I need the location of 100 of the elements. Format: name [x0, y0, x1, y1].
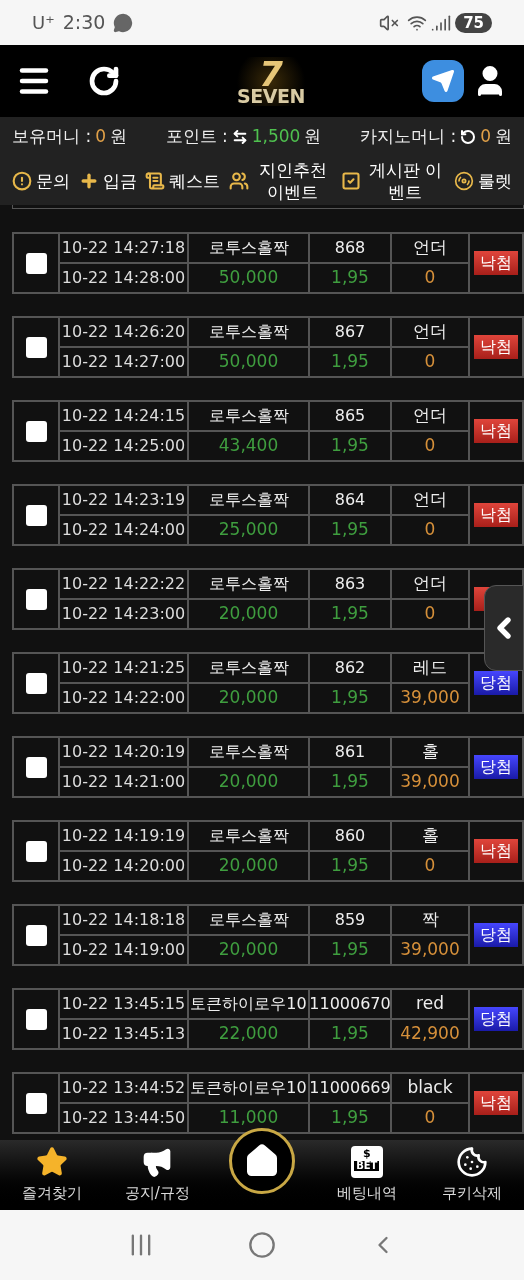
odds: 1,95: [309, 599, 391, 629]
payout: 42,900: [391, 1019, 469, 1049]
bet-time: 10-22 13:45:15: [59, 989, 188, 1019]
pick: 레드: [391, 653, 469, 683]
menu-link[interactable]: 지인추천 이벤트: [228, 159, 333, 203]
chat-icon: [113, 12, 134, 33]
settle-time: 10-22 14:27:00: [59, 347, 188, 377]
settle-time: 10-22 14:19:00: [59, 935, 188, 965]
bet-time: 10-22 14:18:18: [59, 905, 188, 935]
menu-link[interactable]: 입금: [78, 170, 137, 192]
menu-link[interactable]: 게시판 이벤트: [341, 159, 446, 203]
game-name: 로투스홀짝: [188, 317, 309, 347]
result-badge: 당첨: [474, 671, 518, 695]
row-checkbox[interactable]: [25, 420, 47, 442]
row-checkbox[interactable]: [25, 336, 47, 358]
nav-item[interactable]: $ BET 베팅내역: [314, 1140, 420, 1210]
payout: 39,000: [391, 935, 469, 965]
bet-amount: 22,000: [188, 1019, 309, 1049]
menu-link[interactable]: 룰렛: [453, 170, 512, 192]
game-name: 로투스홀짝: [188, 821, 309, 851]
settle-time: 10-22 14:22:00: [59, 683, 188, 713]
refresh-icon[interactable]: [88, 65, 120, 97]
checkbox-icon: [341, 171, 362, 191]
payout: 0: [391, 1103, 469, 1133]
pick: 언더: [391, 485, 469, 515]
balance-label: 포인트 :: [165, 125, 228, 149]
settle-time: 10-22 13:44:50: [59, 1103, 188, 1133]
bet-time: 10-22 14:24:15: [59, 401, 188, 431]
pick: 언더: [391, 401, 469, 431]
row-checkbox[interactable]: [25, 924, 47, 946]
round-number: 867: [309, 317, 391, 347]
currency-unit: 원: [495, 125, 512, 149]
menu-link[interactable]: 문의: [12, 170, 70, 192]
mute-icon: [379, 12, 400, 33]
odds: 1,95: [309, 1103, 391, 1133]
menu-link[interactable]: 퀘스트: [145, 170, 221, 192]
pick: 홀: [391, 821, 469, 851]
bet-amount: 50,000: [188, 263, 309, 293]
bet-amount: 43,400: [188, 431, 309, 461]
telegram-button[interactable]: [422, 60, 464, 102]
battery: 75: [455, 12, 492, 33]
odds: 1,95: [309, 431, 391, 461]
nav-item[interactable]: 공지/규정: [104, 1140, 210, 1210]
house-icon: [244, 1143, 280, 1179]
game-name: 로투스홀짝: [188, 569, 309, 599]
result-badge: 낙첨: [474, 335, 518, 359]
result-badge: 낙첨: [474, 839, 518, 863]
bet-amount: 20,000: [188, 683, 309, 713]
cookie-icon: [455, 1145, 488, 1178]
row-checkbox[interactable]: [25, 1092, 47, 1114]
pick: 짝: [391, 905, 469, 935]
pick: black: [391, 1073, 469, 1103]
row-checkbox[interactable]: [25, 504, 47, 526]
balance-value: 0: [95, 125, 106, 149]
row-checkbox[interactable]: [25, 672, 47, 694]
game-name: 로투스홀짝: [188, 485, 309, 515]
bet-amount: 20,000: [188, 851, 309, 881]
alert-icon: [12, 171, 32, 191]
payout: 0: [391, 599, 469, 629]
nav-item[interactable]: 즐겨찾기: [0, 1140, 105, 1210]
refresh-icon: [460, 129, 477, 145]
bet-time: 10-22 14:26:20: [59, 317, 188, 347]
round-number: 862: [309, 653, 391, 683]
row-checkbox[interactable]: [25, 1008, 47, 1030]
game-name: 로투스홀짝: [188, 653, 309, 683]
settle-time: 10-22 14:23:00: [59, 599, 188, 629]
balance-value: 0: [480, 125, 491, 149]
pick: 언더: [391, 233, 469, 263]
round-number: 861: [309, 737, 391, 767]
pick: red: [391, 989, 469, 1019]
bet-ticket-icon: $ BET: [350, 1145, 383, 1178]
round-number: 863: [309, 569, 391, 599]
nav-item[interactable]: 쿠키삭제: [419, 1140, 524, 1210]
bet-amount: 25,000: [188, 515, 309, 545]
row-checkbox[interactable]: [25, 756, 47, 778]
star-icon: [36, 1145, 69, 1178]
game-name: 로투스홀짝: [188, 233, 309, 263]
payout: 0: [391, 515, 469, 545]
bet-time: 10-22 13:44:52: [59, 1073, 188, 1103]
result-badge: 낙첨: [474, 1091, 518, 1115]
row-checkbox[interactable]: [25, 588, 47, 610]
settle-time: 10-22 14:28:00: [59, 263, 188, 293]
drawer-handle[interactable]: [484, 585, 524, 671]
people-icon: [228, 171, 249, 191]
bet-amount: 20,000: [188, 935, 309, 965]
result-badge: 당첨: [474, 755, 518, 779]
home-icon[interactable]: [248, 1231, 276, 1259]
odds: 1,95: [309, 263, 391, 293]
row-checkbox[interactable]: [25, 252, 47, 274]
odds: 1,95: [309, 347, 391, 377]
payout: 0: [391, 263, 469, 293]
game-name: 토큰하이로우10: [188, 989, 309, 1019]
game-name: 로투스홀짝: [188, 905, 309, 935]
settle-time: 10-22 14:25:00: [59, 431, 188, 461]
row-checkbox[interactable]: [25, 840, 47, 862]
round-number: 868: [309, 233, 391, 263]
odds: 1,95: [309, 683, 391, 713]
result-badge: 당첨: [474, 923, 518, 947]
round-number: 11000669: [309, 1073, 391, 1103]
round-number: 859: [309, 905, 391, 935]
